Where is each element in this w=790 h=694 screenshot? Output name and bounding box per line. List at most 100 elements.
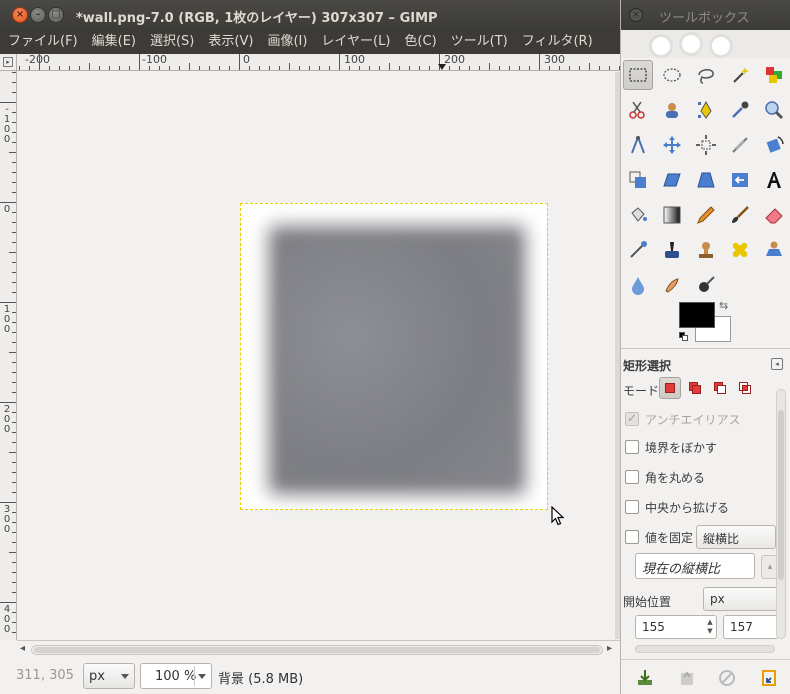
menu-filters[interactable]: フィルタ(R): [515, 30, 600, 54]
feather-checkbox[interactable]: [625, 440, 639, 454]
paths-tool[interactable]: [691, 95, 721, 125]
window-titlebar[interactable]: × – □ *wall.png-7.0 (RGB, 1枚のレイヤー) 307x3…: [0, 0, 620, 30]
menu-edit[interactable]: 編集(E): [85, 30, 143, 54]
dodge-burn-icon: [699, 276, 715, 292]
paintbrush-tool[interactable]: [725, 200, 755, 230]
text-tool[interactable]: [759, 165, 789, 195]
smudge-tool[interactable]: [657, 270, 687, 300]
zoom-tool[interactable]: [759, 95, 789, 125]
layer-boundary: [240, 203, 548, 510]
blend-tool[interactable]: [657, 200, 687, 230]
minimize-icon: –: [35, 9, 41, 20]
color-select-tool[interactable]: [759, 60, 789, 90]
position-y-input[interactable]: 157: [723, 615, 779, 639]
rotate-tool[interactable]: [759, 130, 789, 160]
perspective-tool[interactable]: [691, 165, 721, 195]
scroll-left-icon[interactable]: ◂: [20, 643, 25, 654]
foreground-color-swatch[interactable]: [679, 302, 715, 328]
scissors-select-tool[interactable]: [623, 95, 653, 125]
ruler-tick: [359, 66, 360, 70]
dodge-burn-tool[interactable]: [691, 270, 721, 300]
pencil-tool[interactable]: [691, 200, 721, 230]
clone-tool[interactable]: [691, 235, 721, 265]
ruler-tick: [499, 66, 500, 70]
toolbox-close-button[interactable]: ×: [629, 8, 643, 22]
window-close-button[interactable]: ×: [12, 7, 28, 23]
wilber-drop-area[interactable]: [621, 30, 790, 58]
expand-from-center-checkbox[interactable]: [625, 500, 639, 514]
layer-info: 背景 (5.8 MB): [218, 672, 304, 687]
spin-arrows-icon[interactable]: ▲ ▼: [706, 618, 714, 636]
scroll-thumb[interactable]: [778, 410, 784, 580]
position-x-input[interactable]: 155 ▲ ▼: [635, 615, 717, 639]
image-canvas[interactable]: [18, 72, 615, 639]
ruler-tick: [539, 54, 540, 70]
ruler-tick: [349, 66, 350, 70]
align-tool[interactable]: [691, 130, 721, 160]
antialias-checkbox[interactable]: [625, 411, 639, 426]
measure-tool[interactable]: [623, 130, 653, 160]
options-horizontal-scrollbar[interactable]: [635, 645, 775, 653]
flip-tool[interactable]: [725, 165, 755, 195]
menu-image[interactable]: 画像(I): [260, 30, 314, 54]
menu-select[interactable]: 選択(S): [143, 30, 201, 54]
ruler-tick: [12, 572, 16, 573]
menu-layer[interactable]: レイヤー(L): [314, 30, 397, 54]
rect-select-tool[interactable]: [623, 60, 653, 90]
ruler-tick: [0, 502, 16, 503]
mode-replace-button[interactable]: [659, 377, 681, 399]
menu-file[interactable]: ファイル(F): [0, 30, 85, 54]
reset-options-icon[interactable]: [759, 668, 779, 688]
unit-select[interactable]: px: [83, 663, 135, 689]
options-vertical-scrollbar[interactable]: [776, 389, 786, 639]
fixed-mode-select[interactable]: 縦横比: [696, 525, 776, 549]
color-picker-tool[interactable]: [725, 95, 755, 125]
rounded-corners-checkbox[interactable]: [625, 470, 639, 484]
heal-tool[interactable]: [725, 235, 755, 265]
panel-menu-button[interactable]: ◂: [771, 358, 783, 370]
crop-tool[interactable]: [725, 130, 755, 160]
move-tool[interactable]: [657, 130, 687, 160]
zoom-select[interactable]: 100 %: [140, 663, 212, 689]
menu-view[interactable]: 表示(V): [201, 30, 260, 54]
ruler-tick: [89, 63, 90, 70]
scale-tool[interactable]: [623, 165, 653, 195]
antialias-label: アンチエイリアス: [645, 413, 741, 427]
bucket-fill-tool[interactable]: [623, 200, 653, 230]
ellipse-select-tool[interactable]: [657, 60, 687, 90]
window-maximize-button[interactable]: □: [48, 7, 64, 23]
quick-mask-toggle[interactable]: ▸: [0, 54, 17, 71]
scroll-track[interactable]: [31, 645, 603, 655]
fuzzy-select-tool[interactable]: [725, 60, 755, 90]
menu-tools[interactable]: ツール(T): [444, 30, 515, 54]
delete-preset-icon[interactable]: [717, 668, 737, 688]
toolbox-titlebar[interactable]: × ツールボックス: [621, 0, 790, 30]
fixed-checkbox[interactable]: [625, 530, 639, 544]
menu-colors[interactable]: 色(C): [397, 30, 443, 54]
horizontal-scrollbar[interactable]: ◂ ▸: [17, 640, 620, 658]
window-minimize-button[interactable]: –: [30, 7, 46, 23]
scroll-thumb[interactable]: [34, 647, 600, 653]
ruler-tick: [12, 92, 16, 93]
foreground-select-tool[interactable]: [657, 95, 687, 125]
vertical-ruler[interactable]: -1000100200300400: [0, 71, 17, 640]
ruler-tick: [39, 54, 40, 70]
aspect-ratio-input[interactable]: 現在の縦横比: [635, 553, 755, 579]
horizontal-ruler[interactable]: -200 -100 0 100 200 300: [17, 54, 620, 71]
mode-subtract-button[interactable]: [709, 377, 731, 399]
shear-tool[interactable]: [657, 165, 687, 195]
position-unit-select[interactable]: px: [703, 587, 779, 611]
mode-add-button[interactable]: [684, 377, 706, 399]
blur-sharpen-tool[interactable]: [623, 270, 653, 300]
restore-preset-icon[interactable]: [677, 668, 697, 688]
scroll-right-icon[interactable]: ▸: [607, 643, 612, 654]
ink-tool[interactable]: [657, 235, 687, 265]
perspective-clone-tool[interactable]: [759, 235, 789, 265]
swap-colors-icon[interactable]: ⇆: [719, 299, 728, 312]
eraser-tool[interactable]: [759, 200, 789, 230]
free-select-tool[interactable]: [691, 60, 721, 90]
airbrush-tool[interactable]: [623, 235, 653, 265]
reset-colors-icon[interactable]: [679, 332, 689, 342]
save-preset-icon[interactable]: [635, 668, 655, 688]
mode-intersect-button[interactable]: [734, 377, 756, 399]
